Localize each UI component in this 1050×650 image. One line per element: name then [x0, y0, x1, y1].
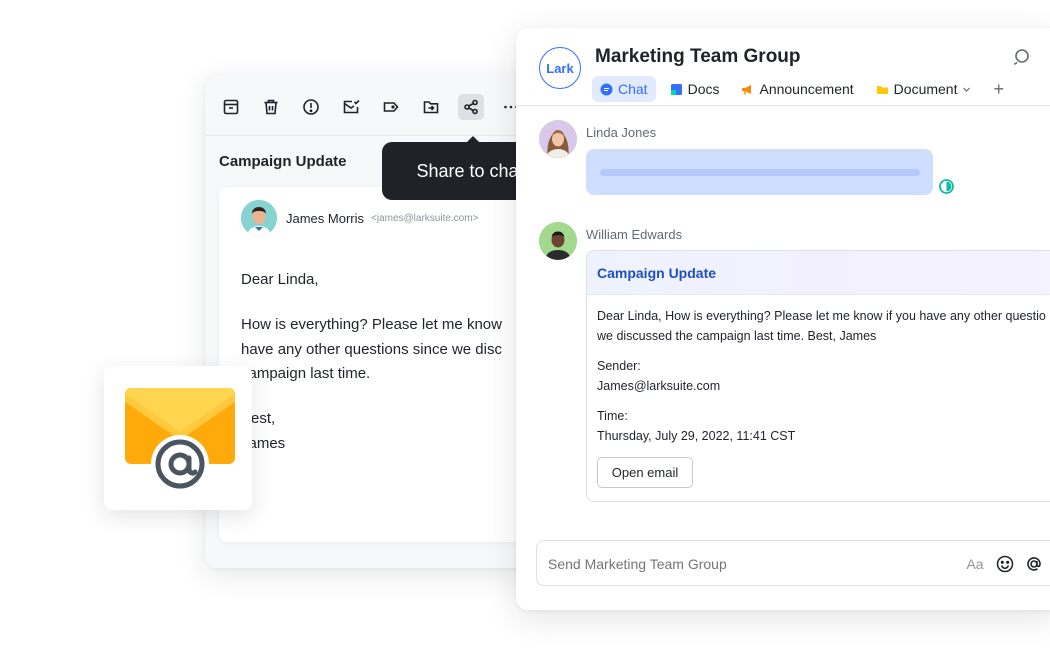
- tag-icon: [383, 102, 399, 112]
- sender-label: Sender:: [597, 359, 641, 373]
- sender-value: James@larksuite.com: [597, 379, 721, 393]
- chat-header: Lark Marketing Team Group Chat Docs Anno…: [516, 28, 1050, 106]
- chat-window: Lark Marketing Team Group Chat Docs Anno…: [516, 28, 1050, 610]
- tab-docs[interactable]: Docs: [662, 76, 728, 102]
- william-avatar[interactable]: [539, 222, 577, 260]
- person-avatar-icon: [241, 200, 277, 236]
- mark-unread-button[interactable]: [338, 94, 364, 120]
- delete-button[interactable]: [258, 94, 284, 120]
- chat-tabs: Chat Docs Announcement Document +: [592, 76, 1004, 102]
- sender-avatar[interactable]: [241, 200, 277, 236]
- chevron-down-icon: [963, 87, 971, 92]
- email-body-line: How is everything? Please let me know: [241, 316, 502, 333]
- chat-bubble-icon: [600, 83, 613, 95]
- mention-icon[interactable]: [1024, 554, 1044, 574]
- alert-circle-icon: [303, 99, 319, 115]
- message-sender-name: William Edwards: [586, 227, 683, 242]
- emoji-icon[interactable]: [995, 554, 1015, 574]
- message-bubble[interactable]: [586, 149, 933, 195]
- shared-email-preview: we discussed the campaign last time. Bes…: [597, 329, 877, 343]
- message-placeholder-bar: [600, 169, 920, 176]
- tab-label: Docs: [687, 81, 720, 97]
- mail-app-tile: [104, 366, 252, 510]
- mail-check-icon: [343, 99, 360, 114]
- docs-icon: [670, 83, 682, 95]
- message-input[interactable]: [548, 556, 948, 572]
- time-value: Thursday, July 29, 2022, 11:41 CST: [597, 429, 796, 443]
- tab-label: Announcement: [759, 81, 854, 97]
- email-body-line: campaign last time.: [241, 365, 371, 382]
- report-spam-button[interactable]: [298, 94, 324, 120]
- label-button[interactable]: [378, 94, 404, 120]
- move-to-folder-button[interactable]: [418, 94, 444, 120]
- tab-chat[interactable]: Chat: [592, 76, 656, 102]
- lark-logo: Lark: [539, 47, 581, 89]
- share-icon: [464, 99, 478, 115]
- archive-button[interactable]: [218, 94, 244, 120]
- sender-email: <james@larksuite.com>: [371, 213, 479, 224]
- tab-label: Chat: [618, 81, 648, 97]
- tab-announcement[interactable]: Announcement: [733, 76, 861, 102]
- read-status-icon: [939, 179, 954, 194]
- email-toolbar: [205, 74, 545, 136]
- search-icon[interactable]: [1012, 47, 1032, 67]
- person-avatar-icon: [539, 120, 577, 158]
- shared-email-title: Campaign Update: [597, 265, 717, 281]
- lark-logo-text: Lark: [546, 60, 574, 76]
- open-email-button[interactable]: Open email: [597, 457, 693, 488]
- shared-email-preview: Dear Linda, How is everything? Please le…: [597, 309, 1046, 323]
- sender-name: James Morris: [286, 211, 365, 226]
- folder-move-icon: [423, 101, 439, 114]
- archive-icon: [223, 99, 239, 115]
- trash-icon: [264, 99, 278, 115]
- folder-icon: [876, 85, 888, 94]
- envelope-at-icon: [125, 388, 235, 493]
- text-format-icon[interactable]: Aa: [965, 554, 985, 574]
- person-avatar-icon: [539, 222, 577, 260]
- email-subject: Campaign Update: [219, 153, 347, 170]
- tab-label: Document: [893, 81, 958, 97]
- email-body-card: James Morris <james@larksuite.com> Dear …: [219, 187, 545, 542]
- shared-email-header: Campaign Update: [587, 251, 1050, 295]
- add-tab-icon[interactable]: +: [993, 79, 1004, 100]
- share-to-chat-button[interactable]: [458, 94, 484, 120]
- time-label: Time:: [597, 409, 628, 423]
- megaphone-icon: [742, 84, 752, 94]
- tooltip-text: Share to chat: [416, 160, 524, 181]
- tab-document[interactable]: Document: [868, 76, 980, 102]
- email-body-line: have any other questions since we disc: [241, 341, 502, 358]
- linda-avatar[interactable]: [539, 120, 577, 158]
- group-title: Marketing Team Group: [595, 46, 801, 67]
- message-sender-name: Linda Jones: [586, 125, 657, 140]
- email-greeting: Dear Linda,: [241, 271, 319, 288]
- shared-email-card[interactable]: Campaign Update Dear Linda, How is every…: [586, 250, 1050, 502]
- message-composer: Aa: [536, 540, 1050, 586]
